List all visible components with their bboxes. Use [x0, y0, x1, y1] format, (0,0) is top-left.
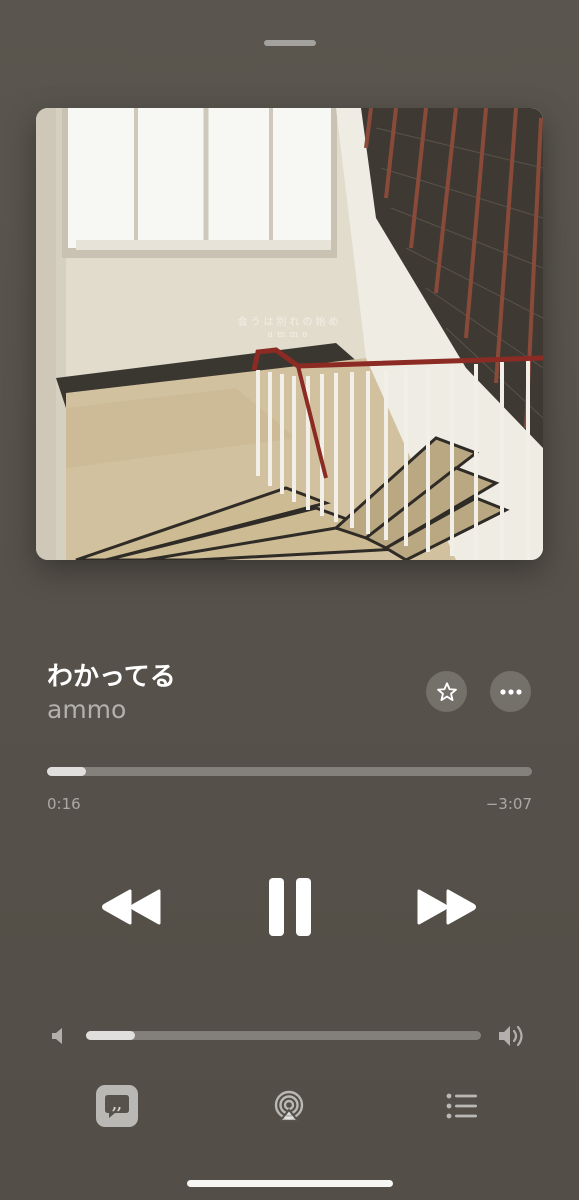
- pause-icon: [269, 878, 311, 936]
- home-indicator[interactable]: [187, 1180, 393, 1187]
- pause-button[interactable]: [262, 874, 318, 940]
- playback-scrubber[interactable]: [47, 767, 532, 776]
- elapsed-time: 0:16: [47, 795, 81, 813]
- volume-fill: [86, 1031, 136, 1040]
- favorite-button[interactable]: [426, 671, 467, 712]
- lyrics-button[interactable]: ,,: [96, 1085, 138, 1127]
- remaining-time: −3:07: [485, 795, 532, 813]
- track-artist[interactable]: ammo: [47, 695, 126, 724]
- list-icon: [446, 1093, 477, 1119]
- airplay-icon: [274, 1090, 304, 1122]
- rewind-button[interactable]: [100, 885, 164, 929]
- queue-button[interactable]: [442, 1087, 482, 1125]
- star-icon: [436, 681, 457, 701]
- album-art-artist: ammo: [267, 330, 312, 340]
- speaker-high-icon: [499, 1025, 523, 1047]
- volume-slider[interactable]: [86, 1031, 481, 1040]
- playback-progress-fill: [47, 767, 86, 776]
- album-art-title: 会うは別れの始め: [237, 317, 342, 328]
- sheet-grabber[interactable]: [264, 40, 316, 46]
- backward-icon: [102, 889, 161, 925]
- ellipsis-icon: [499, 688, 522, 695]
- airplay-button[interactable]: [268, 1085, 310, 1127]
- speaker-low-icon: [52, 1028, 62, 1044]
- album-artwork: 会うは別れの始め ammo: [36, 108, 543, 560]
- more-options-button[interactable]: [490, 671, 531, 712]
- forward-button[interactable]: [414, 885, 478, 929]
- track-title: わかってる: [47, 662, 176, 692]
- svg-text:,,: ,,: [112, 1097, 122, 1113]
- quote-bubble-icon: ,,: [105, 1095, 129, 1118]
- forward-icon: [417, 889, 476, 925]
